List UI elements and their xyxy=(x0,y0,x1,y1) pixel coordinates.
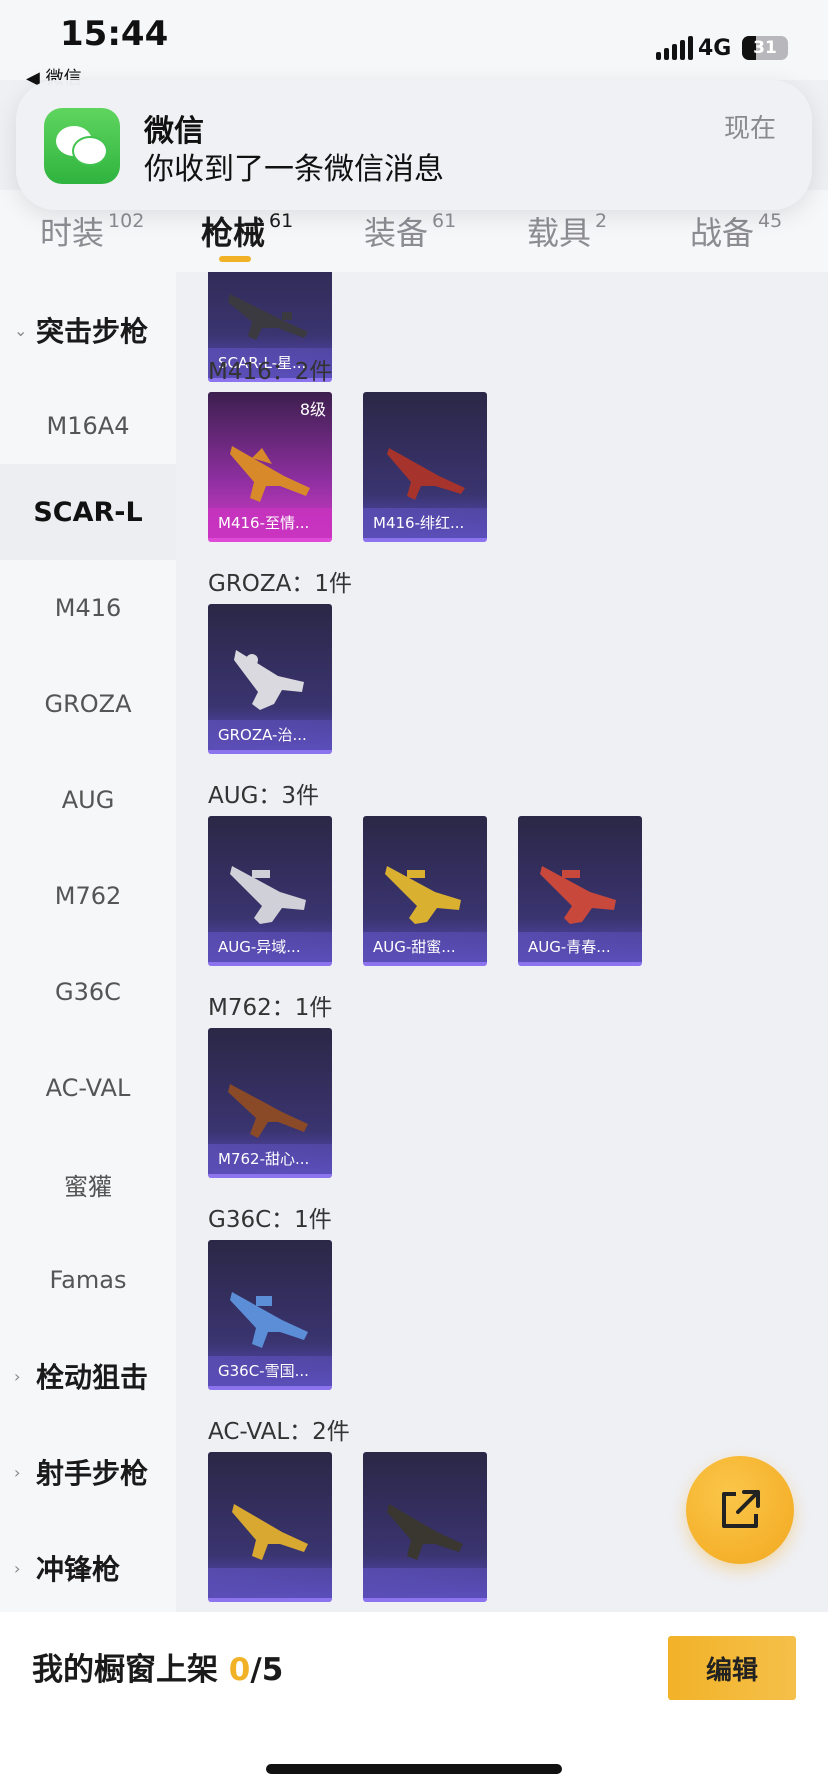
rifle-icon xyxy=(230,446,310,502)
active-tab-indicator xyxy=(219,256,251,262)
weapon-sidebar: ⌄ 突击步枪 M16A4 SCAR-L M416 GROZA AUG M762 G… xyxy=(0,272,176,1612)
sidebar-item-famas[interactable]: Famas xyxy=(0,1232,176,1328)
skin-name xyxy=(363,1568,487,1598)
skin-card-ac-val[interactable] xyxy=(363,1452,487,1602)
sidebar-item-aug[interactable]: AUG xyxy=(0,752,176,848)
status-time: 15:44 xyxy=(60,14,169,54)
rifle-icon xyxy=(228,1084,308,1138)
showcase-count: 我的橱窗上架 0/5 xyxy=(32,1652,284,1688)
tab-vehicles[interactable]: 载具 2 xyxy=(527,208,607,254)
chevron-right-icon: › xyxy=(14,1462,21,1482)
rifle-icon xyxy=(387,1504,463,1560)
skin-name: M762-甜心... xyxy=(208,1144,332,1174)
rifle-icon xyxy=(232,1504,308,1560)
category-smg[interactable]: › 冲锋枪 xyxy=(0,1520,176,1616)
category-assault-rifle[interactable]: ⌄ 突击步枪 xyxy=(0,282,176,378)
section-title-m762: M762：1件 xyxy=(208,995,333,1021)
category-marksman-rifle[interactable]: › 射手步枪 xyxy=(0,1424,176,1520)
sidebar-item-groza[interactable]: GROZA xyxy=(0,656,176,752)
battery-icon: 31 xyxy=(742,36,788,60)
wechat-icon xyxy=(44,108,120,184)
section-title-groza: GROZA：1件 xyxy=(208,571,353,597)
notification-message: 你收到了一条微信消息 xyxy=(144,152,444,187)
skin-name: GROZA-治... xyxy=(208,720,332,750)
tab-supplies[interactable]: 战备 45 xyxy=(690,208,782,254)
skin-card-groza[interactable]: GROZA-治... xyxy=(208,604,332,754)
status-bar: 15:44 ◀ 微信 4G 31 xyxy=(0,0,828,89)
section-title-m416: M416：2件 xyxy=(208,359,333,385)
notification-banner[interactable]: 微信 你收到了一条微信消息 现在 xyxy=(16,80,812,210)
rifle-icon xyxy=(230,866,306,924)
skin-name: AUG-异域... xyxy=(208,932,332,962)
rifle-icon xyxy=(385,866,461,924)
skin-card-m416[interactable]: M416-绯红... xyxy=(363,392,487,542)
section-title-ac-val: AC-VAL：2件 xyxy=(208,1419,350,1445)
battery-level: 31 xyxy=(753,38,777,58)
network-label: 4G xyxy=(698,36,732,61)
chevron-right-icon: › xyxy=(14,1366,21,1386)
category-bolt-action-sniper[interactable]: › 栓动狙击 xyxy=(0,1328,176,1424)
sidebar-item-m16a4[interactable]: M16A4 xyxy=(0,378,176,474)
section-title-g36c: G36C：1件 xyxy=(208,1207,332,1233)
tab-equipment[interactable]: 装备 61 xyxy=(364,208,456,254)
share-button[interactable] xyxy=(686,1456,794,1564)
share-icon xyxy=(722,1490,760,1528)
sidebar-item-honey-badger[interactable]: 蜜獾 xyxy=(0,1136,176,1232)
skin-card-ac-val[interactable] xyxy=(208,1452,332,1602)
skin-name: AUG-青春... xyxy=(518,932,642,962)
sidebar-item-scar-l[interactable]: SCAR-L xyxy=(0,464,176,560)
signal-icon xyxy=(656,36,693,60)
rifle-icon xyxy=(228,294,308,340)
rifle-icon xyxy=(230,1292,308,1348)
skin-name: AUG-甜蜜... xyxy=(363,932,487,962)
skin-name: M416-绯红... xyxy=(363,508,487,538)
rifle-icon xyxy=(234,650,304,710)
rifle-icon xyxy=(540,866,616,924)
edit-button[interactable]: 编辑 xyxy=(668,1636,796,1700)
tab-fashion[interactable]: 时装 102 xyxy=(40,208,144,254)
section-title-aug: AUG：3件 xyxy=(208,783,320,809)
chevron-right-icon: › xyxy=(14,1558,21,1578)
tab-weapons[interactable]: 枪械 61 xyxy=(201,208,293,254)
sidebar-item-m762[interactable]: M762 xyxy=(0,848,176,944)
sidebar-item-m416[interactable]: M416 xyxy=(0,560,176,656)
sidebar-item-ac-val[interactable]: AC-VAL xyxy=(0,1040,176,1136)
skin-level-badge: 8级 xyxy=(299,400,326,419)
weapon-skin-list: SCAR-L-星... M416：2件 8级 M416-至情... M416-绯… xyxy=(176,272,828,1612)
rifle-icon xyxy=(387,448,465,500)
skin-card-m416[interactable]: 8级 M416-至情... xyxy=(208,392,332,542)
skin-card-aug[interactable]: AUG-甜蜜... xyxy=(363,816,487,966)
notification-time: 现在 xyxy=(723,114,776,144)
skin-card-m762[interactable]: M762-甜心... xyxy=(208,1028,332,1178)
skin-name: M416-至情... xyxy=(208,508,332,538)
skin-card-aug[interactable]: AUG-异域... xyxy=(208,816,332,966)
home-indicator xyxy=(266,1764,562,1774)
sidebar-item-g36c[interactable]: G36C xyxy=(0,944,176,1040)
skin-card-g36c[interactable]: G36C-雪国... xyxy=(208,1240,332,1390)
skin-name: G36C-雪国... xyxy=(208,1356,332,1386)
bottom-bar: 我的橱窗上架 0/5 编辑 xyxy=(0,1612,828,1792)
skin-card-aug[interactable]: AUG-青春... xyxy=(518,816,642,966)
skin-name xyxy=(208,1568,332,1598)
chevron-down-icon: ⌄ xyxy=(14,320,28,340)
